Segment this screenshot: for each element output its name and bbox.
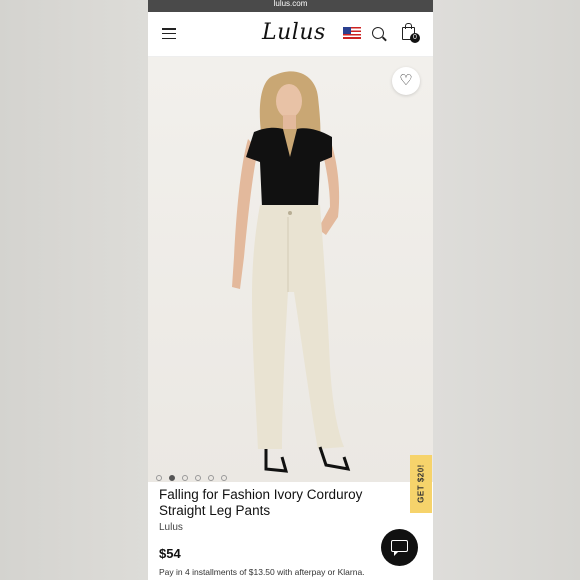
search-icon[interactable] <box>372 27 384 39</box>
hamburger-menu-icon[interactable] <box>162 28 176 40</box>
phone-screen: lulus.com Lulus 0 ♡ GET $20! Falling for… <box>148 0 433 580</box>
product-price: $54 <box>159 546 181 561</box>
product-image[interactable]: ♡ <box>148 57 433 482</box>
promo-tab[interactable]: GET $20! <box>410 455 432 513</box>
model-illustration <box>232 71 351 473</box>
promo-label: GET $20! <box>416 464 426 503</box>
carousel-dot-active[interactable] <box>169 475 175 481</box>
carousel-dot[interactable] <box>208 475 214 481</box>
site-logo[interactable]: Lulus <box>262 20 326 45</box>
browser-url-bar[interactable]: lulus.com <box>148 0 433 12</box>
url-text: lulus.com <box>273 0 308 8</box>
carousel-dots <box>156 468 234 486</box>
product-brand[interactable]: Lulus <box>159 522 183 533</box>
carousel-dot[interactable] <box>221 475 227 481</box>
carousel-dot[interactable] <box>182 475 188 481</box>
us-flag-icon[interactable] <box>343 27 361 39</box>
chat-bubble-icon[interactable] <box>381 529 418 566</box>
product-title: Falling for Fashion Ivory Corduroy Strai… <box>159 487 363 518</box>
bag-count-badge: 0 <box>410 33 420 43</box>
installment-text[interactable]: Pay in 4 installments of $13.50 with aft… <box>159 567 365 577</box>
carousel-dot[interactable] <box>156 475 162 481</box>
site-header: Lulus 0 <box>148 12 433 57</box>
background-blur-left <box>0 0 148 580</box>
carousel-dot[interactable] <box>195 475 201 481</box>
wishlist-heart-icon[interactable]: ♡ <box>392 67 420 95</box>
background-blur-right <box>432 0 580 580</box>
